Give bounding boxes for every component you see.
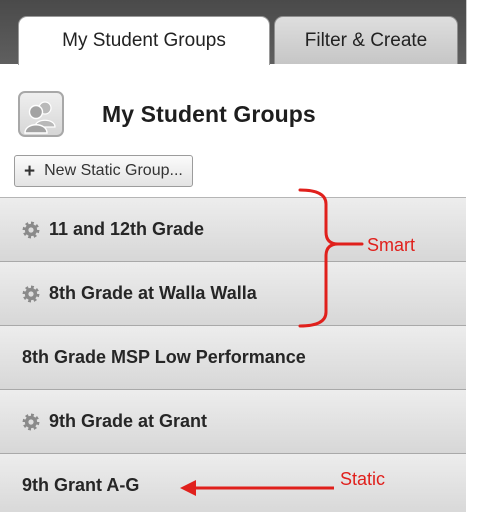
tab-my-student-groups[interactable]: My Student Groups [18,16,270,65]
tab-label: Filter & Create [304,29,428,51]
gear-icon [22,413,40,431]
group-label: 11 and 12th Grade [49,219,205,239]
page-title: My Student Groups [102,100,316,127]
new-static-group-label: New Static Group... [44,162,183,179]
group-row-9th-grade-grant[interactable]: 9th Grade at Grant [0,390,466,454]
group-label: 8th Grade at Walla Walla [49,283,257,303]
gear-icon [22,285,40,303]
tab-label: My Student Groups [62,30,226,51]
group-row-8th-grade-msp-low-performance[interactable]: 8th Grade MSP Low Performance [0,326,466,390]
smart-annotation-label: Smart [367,235,416,255]
page-header: My Student Groups [18,84,316,144]
plus-icon: + [24,160,36,182]
gear-icon [22,221,40,239]
group-row-9th-grant-a-g[interactable]: 9th Grant A-G [0,454,466,512]
group-label: 9th Grant A-G [22,475,140,495]
tab-filter-create[interactable]: Filter & Create [274,16,458,64]
static-annotation-label: Static [340,469,386,489]
people-group-icon [18,91,64,137]
tab-strip: My Student Groups Filter & Create [0,0,467,65]
group-row-8th-grade-walla-walla[interactable]: 8th Grade at Walla Walla [0,262,466,326]
group-label: 9th Grade at Grant [49,411,208,431]
student-groups-panel: My Student Groups Filter & Create My Stu… [0,0,480,512]
new-static-group-button[interactable]: + New Static Group... [14,155,193,187]
group-label: 8th Grade MSP Low Performance [22,347,306,367]
